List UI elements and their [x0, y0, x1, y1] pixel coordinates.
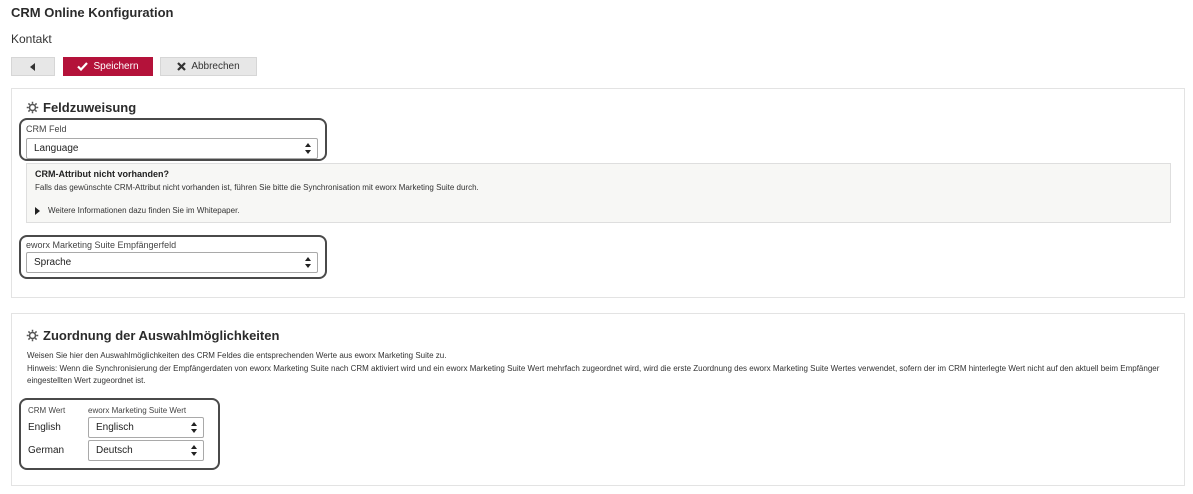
recipient-field-select-value: Sprache: [34, 257, 72, 268]
x-icon: [177, 62, 187, 71]
sort-caret-icon: [191, 422, 197, 433]
mapping-row-ems-select-value: Deutsch: [96, 445, 133, 456]
triangle-right-icon: [35, 206, 40, 215]
column-header-crm-value: CRM Wert: [28, 406, 66, 415]
option-mapping-description: Weisen Sie hier den Auswahlmöglichkeiten…: [27, 351, 447, 360]
crm-field-select[interactable]: Language: [26, 138, 318, 159]
cancel-button-label: Abbrechen: [191, 61, 240, 72]
column-header-ems-value: eworx Marketing Suite Wert: [88, 406, 187, 415]
option-mapping-heading-text: Zuordnung der Auswahlmöglichkeiten: [43, 328, 280, 343]
field-assignment-heading: Feldzuweisung: [26, 100, 136, 115]
sort-caret-icon: [191, 445, 197, 456]
recipient-field-select[interactable]: Sprache: [26, 252, 318, 273]
crm-field-label: CRM Feld: [26, 124, 67, 134]
mapping-row-crm-value: German: [28, 445, 65, 456]
mapping-row-ems-select-value: Englisch: [96, 422, 134, 433]
page-subtitle: Kontakt: [11, 32, 52, 46]
page-title: CRM Online Konfiguration: [11, 5, 174, 20]
option-mapping-heading: Zuordnung der Auswahlmöglichkeiten: [26, 328, 279, 343]
option-mapping-panel: Zuordnung der Auswahlmöglichkeiten Weise…: [11, 313, 1185, 486]
field-assignment-panel: Feldzuweisung CRM Feld Language CRM-Attr…: [11, 88, 1185, 298]
sort-caret-icon: [305, 257, 311, 268]
info-box: CRM-Attribut nicht vorhanden? Falls das …: [26, 163, 1171, 223]
whitepaper-link[interactable]: Weitere Informationen dazu finden Sie im…: [35, 206, 240, 215]
whitepaper-link-text: Weitere Informationen dazu finden Sie im…: [48, 206, 240, 215]
save-button-label: Speichern: [93, 61, 139, 72]
info-text: Falls das gewünschte CRM-Attribut nicht …: [35, 183, 479, 192]
back-button[interactable]: [11, 57, 55, 76]
option-mapping-hint: Hinweis: Wenn die Synchronisierung der E…: [27, 364, 1160, 385]
gear-icon: [26, 329, 39, 342]
cancel-button[interactable]: Abbrechen: [160, 57, 257, 76]
mapping-row-ems-select[interactable]: Deutsch: [88, 440, 204, 461]
info-title: CRM-Attribut nicht vorhanden?: [35, 169, 169, 179]
mapping-row-crm-value: English: [28, 422, 61, 433]
gear-icon: [26, 101, 39, 114]
caret-left-icon: [30, 62, 35, 71]
recipient-field-label: eworx Marketing Suite Empfängerfeld: [26, 240, 177, 250]
mapping-row-ems-select[interactable]: Englisch: [88, 417, 204, 438]
crm-field-select-value: Language: [34, 143, 79, 154]
field-assignment-heading-text: Feldzuweisung: [43, 100, 137, 115]
sort-caret-icon: [305, 143, 311, 154]
checkmark-icon: [77, 62, 89, 71]
save-button[interactable]: Speichern: [63, 57, 153, 76]
